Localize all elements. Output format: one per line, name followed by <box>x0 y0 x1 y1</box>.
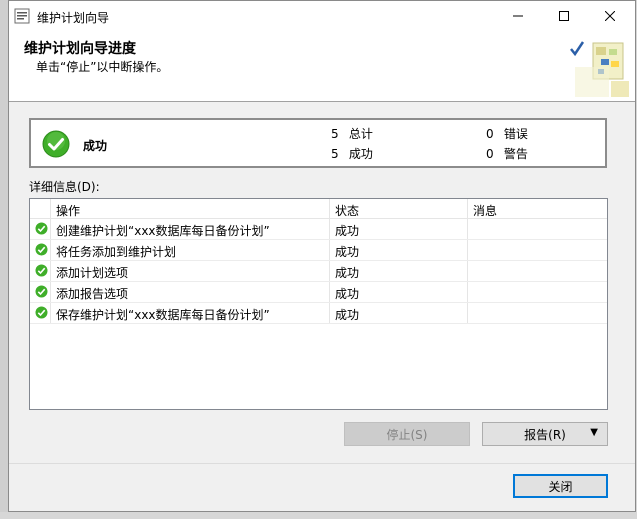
list-item[interactable]: 添加计划选项 成功 <box>30 260 607 282</box>
maximize-icon <box>559 11 569 21</box>
row-status: 成功 <box>335 287 360 301</box>
background-bottom-edge <box>0 512 637 519</box>
success-icon <box>35 222 48 235</box>
success-icon <box>35 285 48 298</box>
stat-total: 5 总计 <box>331 125 373 142</box>
success-check-icon <box>42 130 70 158</box>
window-title: 维护计划向导 <box>37 11 110 25</box>
minimize-icon <box>513 15 523 17</box>
row-status: 成功 <box>335 308 360 322</box>
row-action: 将任务添加到维护计划 <box>56 245 177 259</box>
stat-total-count: 5 <box>331 127 339 141</box>
success-icon <box>35 264 48 277</box>
summary-status: 成功 <box>83 139 108 153</box>
stat-warning: 0 警告 <box>486 145 528 162</box>
summary-panel: 成功 5 总计 5 成功 0 错误 0 警告 <box>29 118 607 168</box>
row-action: 保存维护计划“xxx数据库每日备份计划” <box>56 308 270 322</box>
title-bar[interactable]: 维护计划向导 <box>9 1 635 31</box>
stat-success-label: 成功 <box>348 147 373 161</box>
header-banner: 维护计划向导进度 单击“停止”以中断操作。 <box>9 31 635 102</box>
column-header-status[interactable]: 状态 <box>335 202 359 219</box>
app-icon <box>14 8 30 24</box>
background-window-edge <box>0 0 8 519</box>
column-header-message[interactable]: 消息 <box>473 202 497 219</box>
stat-warning-label: 警告 <box>503 147 528 161</box>
close-button[interactable]: 关闭 <box>513 474 608 498</box>
wizard-graphic-icon <box>570 41 629 97</box>
close-icon <box>605 11 615 21</box>
list-item[interactable]: 保存维护计划“xxx数据库每日备份计划” 成功 <box>30 302 607 324</box>
close-window-button[interactable] <box>587 1 633 31</box>
list-item[interactable]: 创建维护计划“xxx数据库每日备份计划” 成功 <box>30 218 607 240</box>
row-action: 添加报告选项 <box>56 287 129 301</box>
page-subtitle: 单击“停止”以中断操作。 <box>36 60 169 74</box>
dropdown-arrow-icon: ▼ <box>590 427 598 438</box>
footer-divider <box>9 463 635 464</box>
stat-error: 0 错误 <box>486 125 528 142</box>
stat-error-count: 0 <box>486 127 494 141</box>
maximize-button[interactable] <box>541 1 587 31</box>
success-icon <box>35 243 48 256</box>
list-item[interactable]: 添加报告选项 成功 <box>30 281 607 303</box>
success-icon <box>35 306 48 319</box>
report-button[interactable]: 报告(R) ▼ <box>482 422 608 446</box>
row-action: 创建维护计划“xxx数据库每日备份计划” <box>56 224 270 238</box>
stat-total-label: 总计 <box>348 127 373 141</box>
list-header: 操作 状态 消息 <box>30 199 607 219</box>
column-header-action[interactable]: 操作 <box>56 202 80 219</box>
row-status: 成功 <box>335 266 360 280</box>
stat-error-label: 错误 <box>503 127 528 141</box>
details-label: 详细信息(D): <box>29 180 100 194</box>
stat-success: 5 成功 <box>331 145 373 162</box>
row-action: 添加计划选项 <box>56 266 129 280</box>
row-status: 成功 <box>335 224 360 238</box>
row-status: 成功 <box>335 245 360 259</box>
stat-success-count: 5 <box>331 147 339 161</box>
list-item[interactable]: 将任务添加到维护计划 成功 <box>30 239 607 261</box>
report-button-label: 报告(R) <box>524 427 566 442</box>
details-list[interactable]: 操作 状态 消息 创建维护计划“xxx数据库每日备份计划” 成功 将任务添加到维… <box>29 198 608 410</box>
minimize-button[interactable] <box>495 1 541 31</box>
stop-button[interactable]: 停止(S) <box>344 422 470 446</box>
wizard-window: 维护计划向导 维护计划向导进度 单击“停止”以中断操作。 成功 5 总计 5 成… <box>8 0 636 512</box>
page-title: 维护计划向导进度 <box>24 41 136 57</box>
stat-warning-count: 0 <box>486 147 494 161</box>
